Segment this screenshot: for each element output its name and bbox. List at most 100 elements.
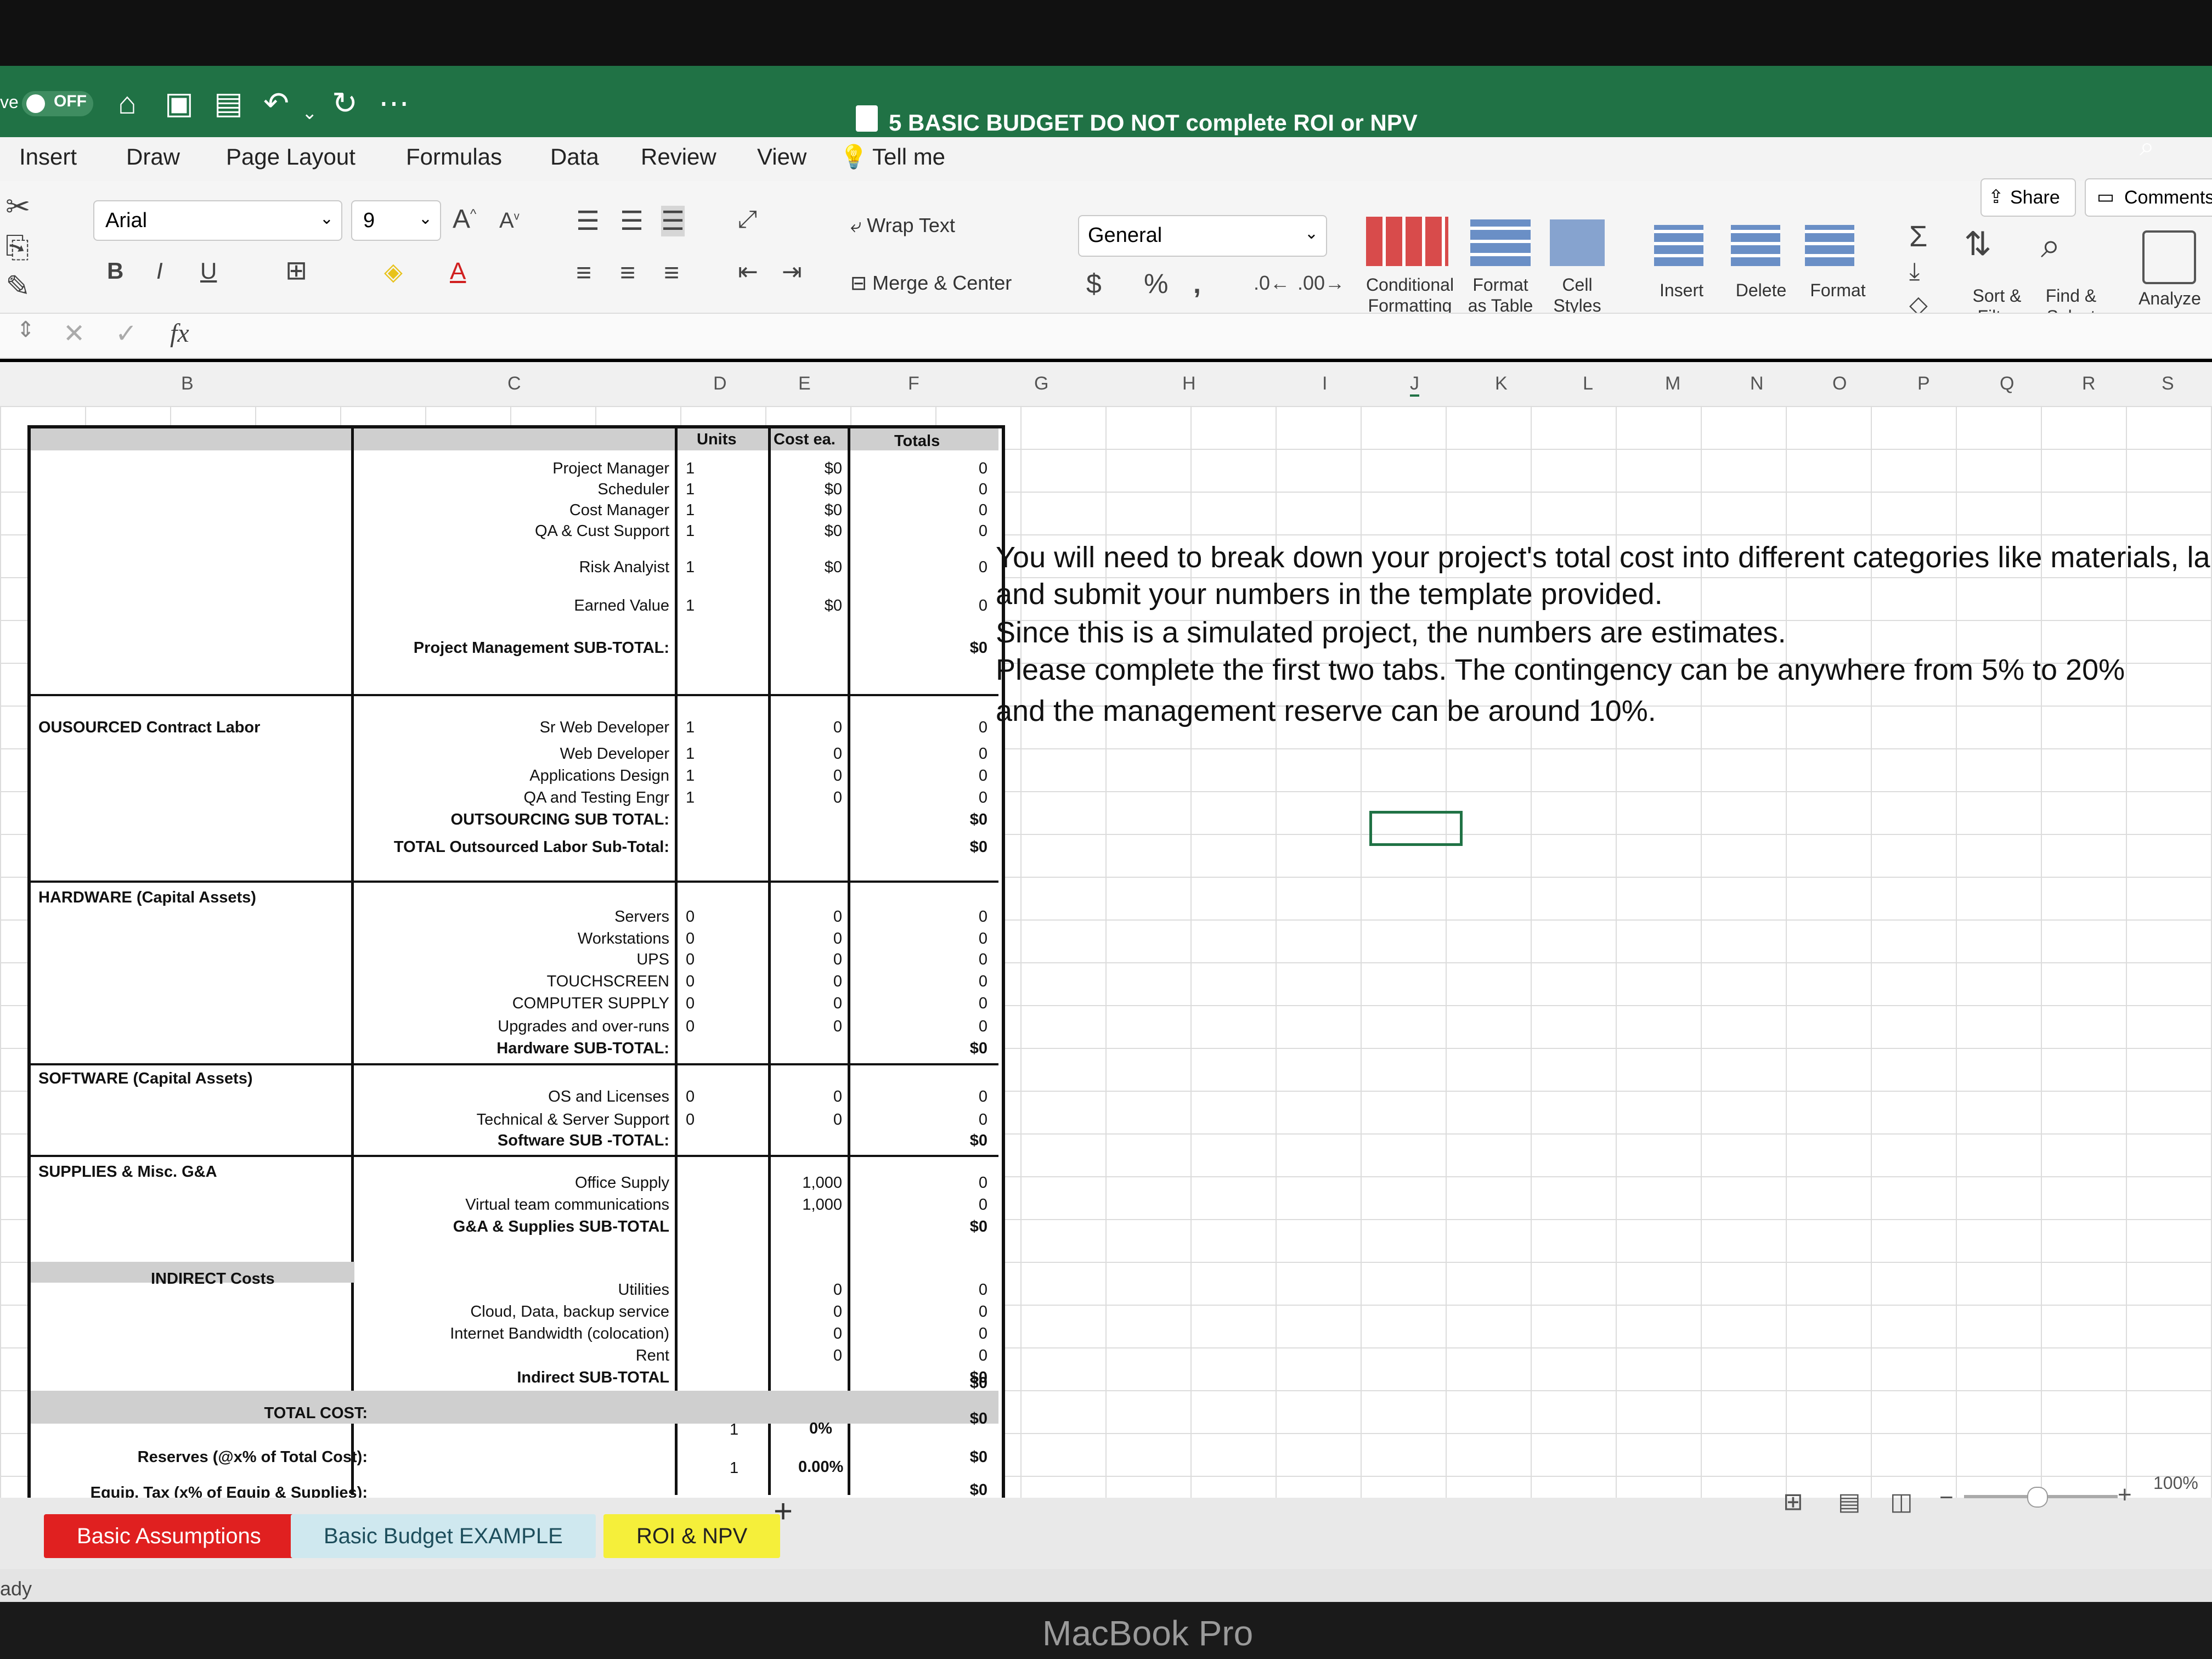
- comma-style-icon[interactable]: ,: [1193, 268, 1201, 300]
- pm-row-0-units[interactable]: 1: [686, 460, 695, 478]
- tab-formulas[interactable]: Formulas: [406, 144, 502, 170]
- outsourced-row-0-cost[interactable]: 0: [774, 719, 842, 737]
- indirect-row-1-total[interactable]: 0: [856, 1303, 988, 1321]
- zoom-level[interactable]: 100%: [2153, 1473, 2198, 1493]
- selected-cell[interactable]: [1369, 811, 1463, 846]
- column-header-q[interactable]: Q: [2000, 373, 2014, 394]
- cancel-formula-icon[interactable]: ✕: [63, 318, 85, 349]
- share-button[interactable]: Share ⇪: [1980, 178, 2076, 217]
- pm-row-0-cost[interactable]: $0: [774, 460, 842, 478]
- hardware-row-1-units[interactable]: 0: [686, 930, 695, 948]
- undo-dropdown-icon[interactable]: ⌄: [302, 98, 318, 128]
- column-header-o[interactable]: O: [1832, 373, 1847, 394]
- hardware-row-0-total[interactable]: 0: [856, 908, 988, 926]
- hardware-row-4-units[interactable]: 0: [686, 995, 695, 1013]
- outsourced-row-3-cost[interactable]: 0: [774, 789, 842, 807]
- increase-font-icon[interactable]: A^: [453, 204, 476, 234]
- underline-icon[interactable]: U: [200, 258, 217, 284]
- fill-color-icon[interactable]: ◈: [384, 258, 403, 286]
- column-header-g[interactable]: G: [1034, 373, 1048, 394]
- decrease-indent-icon[interactable]: ⇤: [738, 258, 758, 286]
- supplies-row-0-cost[interactable]: 1,000: [774, 1174, 842, 1192]
- font-color-icon[interactable]: A: [450, 258, 466, 285]
- autosave-toggle[interactable]: ve OFF: [0, 87, 99, 120]
- hardware-row-1-cost[interactable]: 0: [774, 930, 842, 948]
- column-header-p[interactable]: P: [1917, 373, 1930, 394]
- home-icon[interactable]: ⌂: [118, 88, 137, 119]
- decrease-font-icon[interactable]: Av: [499, 208, 520, 233]
- outsourced-row-0-total[interactable]: 0: [856, 719, 988, 737]
- align-bottom-icon[interactable]: ☰: [661, 206, 685, 236]
- reserves-units[interactable]: 1: [730, 1421, 738, 1439]
- format-painter-icon[interactable]: ✎: [5, 269, 30, 303]
- insert-function-button[interactable]: fx: [170, 318, 189, 348]
- page-layout-view-icon[interactable]: ▤: [1838, 1488, 1861, 1516]
- analyze-data-icon[interactable]: [2142, 230, 2196, 284]
- align-middle-icon[interactable]: ☰: [620, 206, 644, 236]
- software-row-1-total[interactable]: 0: [856, 1111, 988, 1129]
- column-header-k[interactable]: K: [1495, 373, 1508, 394]
- format-cells-button[interactable]: Format: [1797, 280, 1879, 301]
- outsourced-row-2-cost[interactable]: 0: [774, 767, 842, 785]
- hardware-row-1-total[interactable]: 0: [856, 930, 988, 948]
- document-title[interactable]: 5 BASIC BUDGET DO NOT complete ROI or NP…: [889, 110, 1418, 136]
- sheet-tab-basic-assumptions[interactable]: Basic Assumptions: [44, 1514, 294, 1558]
- tab-data[interactable]: Data: [550, 144, 599, 170]
- hardware-row-4-total[interactable]: 0: [856, 995, 988, 1013]
- outsourced-row-3-units[interactable]: 1: [686, 789, 695, 807]
- find-icon[interactable]: ⌕: [2041, 225, 2061, 266]
- borders-icon[interactable]: ⊞: [285, 255, 307, 286]
- zoom-out-icon[interactable]: −: [1939, 1484, 1954, 1511]
- column-header-f[interactable]: F: [908, 373, 919, 394]
- supplies-row-1-cost[interactable]: 1,000: [774, 1196, 842, 1214]
- increase-decimal-icon[interactable]: .0←: [1254, 272, 1290, 295]
- software-row-0-cost[interactable]: 0: [774, 1088, 842, 1106]
- column-header-h[interactable]: H: [1182, 373, 1196, 394]
- pm-row-2-total[interactable]: 0: [856, 501, 988, 520]
- tab-insert[interactable]: Insert: [19, 144, 77, 170]
- number-format-select[interactable]: General ⌄: [1078, 215, 1327, 257]
- hardware-row-2-cost[interactable]: 0: [774, 951, 842, 969]
- equip-tax-pct[interactable]: 0.00%: [798, 1458, 843, 1476]
- indirect-row-2-cost[interactable]: 0: [774, 1325, 842, 1343]
- zoom-in-icon[interactable]: +: [2118, 1481, 2132, 1509]
- hardware-row-5-total[interactable]: 0: [856, 1018, 988, 1036]
- column-header-r[interactable]: R: [2082, 373, 2096, 394]
- pm-row-1-total[interactable]: 0: [856, 481, 988, 499]
- cut-icon[interactable]: ✂: [5, 189, 30, 224]
- insert-cells-button[interactable]: Insert: [1640, 280, 1723, 301]
- format-as-table-icon[interactable]: [1470, 219, 1531, 266]
- percent-icon[interactable]: %: [1144, 268, 1168, 300]
- indirect-row-1-cost[interactable]: 0: [774, 1303, 842, 1321]
- merge-center-button[interactable]: ⊟ Merge & Center: [850, 272, 1012, 295]
- pm-row-2-cost[interactable]: $0: [774, 501, 842, 520]
- tab-view[interactable]: View: [757, 144, 806, 170]
- column-header-n[interactable]: N: [1750, 373, 1764, 394]
- software-row-0-units[interactable]: 0: [686, 1088, 695, 1106]
- cell-styles-icon[interactable]: [1550, 219, 1605, 266]
- hardware-row-5-units[interactable]: 0: [686, 1018, 695, 1036]
- column-header-i[interactable]: I: [1322, 373, 1327, 394]
- outsourced-row-2-units[interactable]: 1: [686, 767, 695, 785]
- column-header-e[interactable]: E: [798, 373, 811, 394]
- outsourced-row-1-total[interactable]: 0: [856, 745, 988, 763]
- hardware-row-3-total[interactable]: 0: [856, 973, 988, 991]
- cell-styles-button[interactable]: Cell Styles: [1542, 274, 1613, 316]
- sort-filter-icon[interactable]: ⇅: [1964, 225, 1991, 263]
- tell-me-search[interactable]: Tell me: [872, 144, 945, 170]
- page-break-view-icon[interactable]: ◫: [1890, 1488, 1913, 1516]
- pm-row-2-units[interactable]: 1: [686, 501, 695, 520]
- pm-row-0-total[interactable]: 0: [856, 460, 988, 478]
- fill-icon[interactable]: ⤓: [1909, 258, 1920, 285]
- pm-row-3-cost[interactable]: $0: [774, 522, 842, 540]
- outsourced-row-1-cost[interactable]: 0: [774, 745, 842, 763]
- column-header-j[interactable]: J: [1410, 373, 1419, 397]
- pm-row-4-units[interactable]: 1: [686, 558, 695, 577]
- pm-row-4-cost[interactable]: $0: [774, 558, 842, 577]
- bold-icon[interactable]: B: [107, 258, 123, 284]
- column-header-l[interactable]: L: [1583, 373, 1593, 394]
- currency-icon[interactable]: $: [1086, 268, 1102, 300]
- pm-row-5-total[interactable]: 0: [856, 597, 988, 615]
- zoom-slider-knob[interactable]: [2027, 1487, 2048, 1508]
- font-size-select[interactable]: 9 ⌄: [351, 200, 441, 241]
